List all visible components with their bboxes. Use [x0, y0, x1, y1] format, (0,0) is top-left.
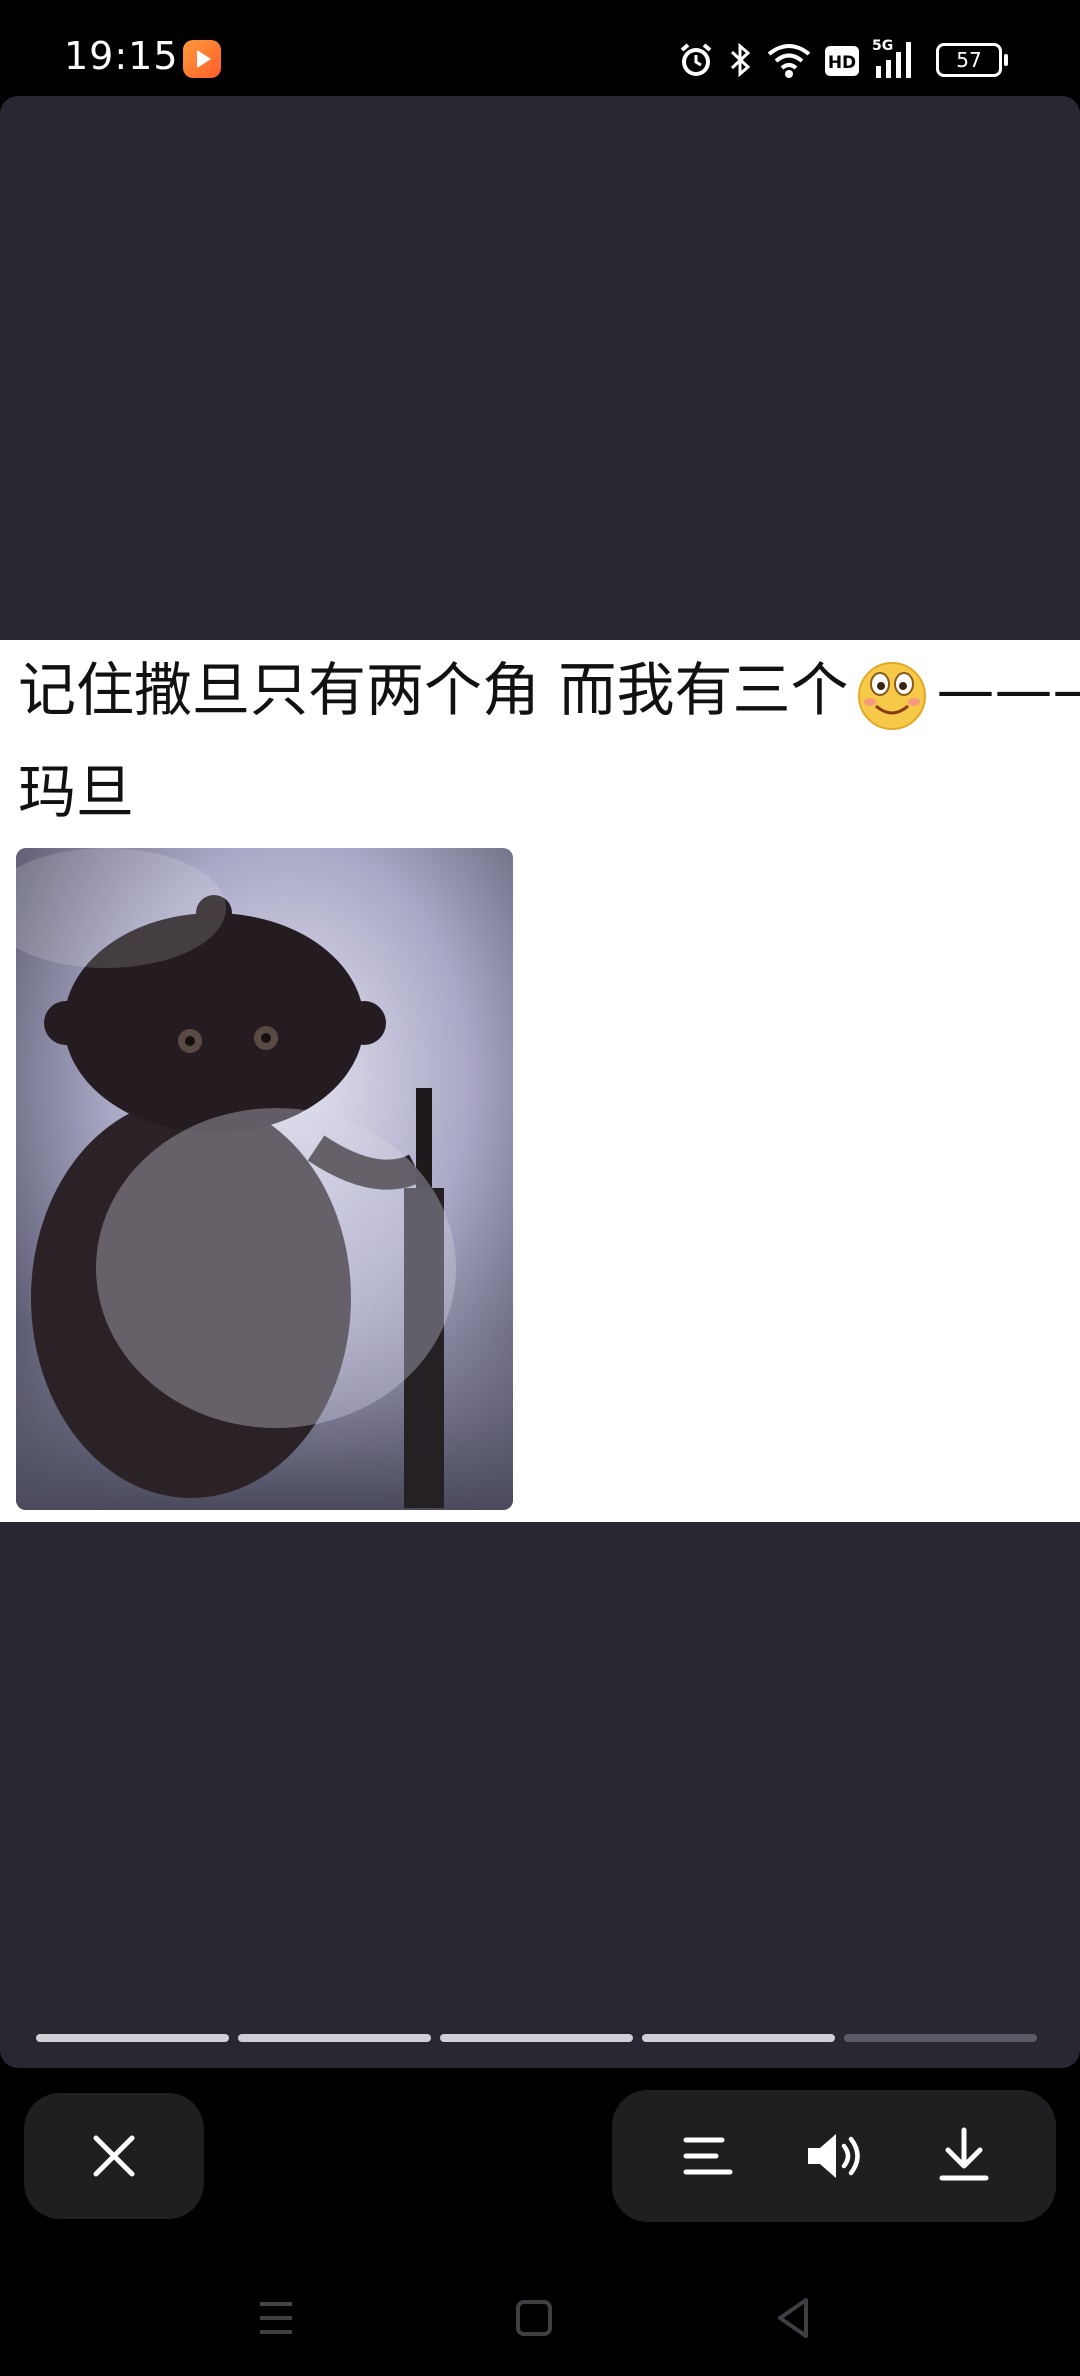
post-caption: 记住撒旦只有两个角 而我有三个: [18, 656, 849, 724]
svg-text:HD: HD: [828, 53, 856, 73]
progress-segment: [36, 2034, 229, 2042]
signal-5g-icon: 5G: [872, 38, 911, 78]
back-icon[interactable]: [764, 2288, 824, 2348]
wifi-icon: [767, 44, 811, 78]
post-image[interactable]: [16, 848, 513, 1510]
status-bar: 19:15 HD 5G 57: [0, 0, 1080, 96]
action-bar: [612, 2090, 1056, 2222]
svg-text:5G: 5G: [872, 38, 893, 54]
story-viewer[interactable]: 记住撒旦只有两个角 而我有三个 ——— 玛旦: [0, 96, 1080, 2068]
recent-apps-icon[interactable]: [246, 2288, 306, 2348]
progress-segment: [440, 2034, 633, 2042]
close-icon: [93, 2135, 135, 2177]
progress-segment: [844, 2034, 1037, 2042]
hd-icon: HD: [825, 46, 859, 76]
post-text-line-1: 记住撒旦只有两个角 而我有三个 ———: [18, 650, 1080, 732]
close-button[interactable]: [24, 2093, 204, 2219]
post-text-line-2: 玛旦: [18, 758, 135, 826]
story-progress-bar: [36, 2034, 1040, 2042]
progress-segment: [642, 2034, 835, 2042]
volume-icon[interactable]: [798, 2120, 870, 2192]
silhouette-figure-image: [16, 848, 513, 1510]
home-icon[interactable]: [504, 2288, 564, 2348]
smiling-face-emoji: [858, 661, 927, 730]
system-navigation-bar: [0, 2260, 1080, 2376]
bluetooth-icon: [730, 42, 751, 78]
battery-icon: 57: [936, 43, 1008, 77]
progress-segment: [238, 2034, 431, 2042]
status-time: 19:15: [64, 34, 179, 78]
download-icon[interactable]: [928, 2120, 1000, 2192]
menu-icon[interactable]: [672, 2120, 744, 2192]
post-dashes: ———: [936, 656, 1080, 724]
app-notification-icon: [183, 40, 221, 78]
post-content: 记住撒旦只有两个角 而我有三个 ——— 玛旦: [0, 640, 1080, 1522]
alarm-icon: [680, 43, 712, 76]
